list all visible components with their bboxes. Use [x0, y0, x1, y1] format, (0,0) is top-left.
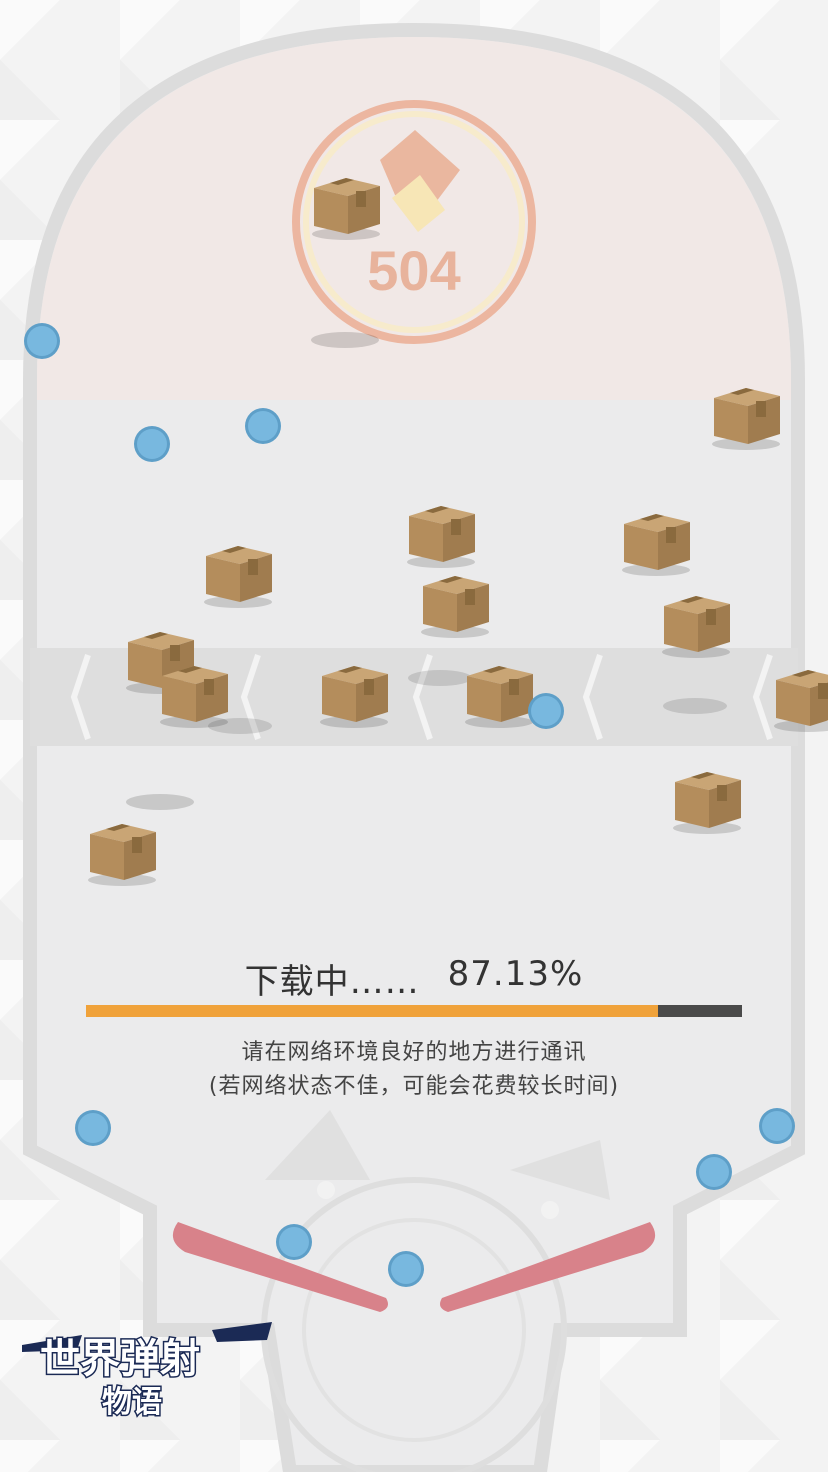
cardboard-box-icon [407, 506, 475, 568]
cardboard-box-icon [88, 824, 156, 886]
cardboard-box-icon [465, 666, 533, 728]
cardboard-box-icon [421, 576, 489, 638]
cardboard-box-icon [320, 666, 388, 728]
svg-text:世界弹射: 世界弹射 [40, 1336, 200, 1382]
cardboard-box-icon [712, 388, 780, 450]
ball-icon [276, 1224, 312, 1260]
download-progress-bar [86, 1005, 742, 1017]
download-percent: 87.13% [447, 954, 584, 994]
network-note: 请在网络环境良好的地方进行通讯 [241, 1040, 587, 1065]
ball-icon [75, 1110, 111, 1146]
ball-icon [528, 693, 564, 729]
score-badge-value: 504 [367, 239, 461, 302]
svg-text:物语: 物语 [102, 1385, 162, 1420]
game-logo: 世界弹射 物语 [22, 1300, 272, 1430]
ball-icon [134, 426, 170, 462]
cardboard-box-icon [204, 546, 272, 608]
ball-icon [759, 1108, 795, 1144]
ball-icon [24, 323, 60, 359]
cardboard-box-icon [160, 666, 228, 728]
download-status: 下载中…… 87.13% [0, 954, 828, 1003]
download-progress-fill [86, 1005, 658, 1017]
pinball-board [23, 22, 828, 1472]
cardboard-box-icon [673, 772, 741, 834]
cardboard-box-icon [662, 596, 730, 658]
cardboard-box-icon [312, 178, 380, 240]
download-label: 下载中…… [244, 962, 420, 1002]
ball-icon [696, 1154, 732, 1190]
cardboard-box-icon [622, 514, 690, 576]
network-warning: (若网络状态不佳，可能会花费较长时间) [208, 1074, 620, 1099]
ball-icon [245, 408, 281, 444]
ball-icon [388, 1251, 424, 1287]
cardboard-box-icon [774, 670, 828, 732]
